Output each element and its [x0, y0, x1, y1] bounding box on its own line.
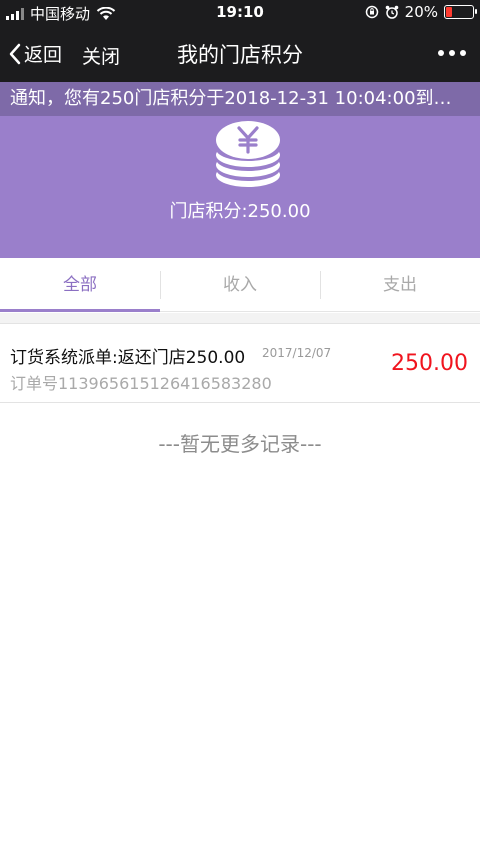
no-more-records: ---暂无更多记录---	[158, 432, 322, 456]
record-order-number: 订单号113965615126416583280	[10, 374, 272, 393]
notice-banner[interactable]: 通知，您有250门店积分于2018-12-31 10:04:00到…	[0, 82, 480, 116]
more-dots-icon[interactable]	[438, 50, 466, 56]
points-header: 门店积分:250.00	[0, 116, 480, 258]
section-divider	[0, 313, 480, 324]
back-label: 返回	[24, 44, 63, 66]
page-title: 我的门店积分	[177, 43, 303, 67]
chevron-left-icon	[9, 43, 21, 64]
tab-income[interactable]: 收入	[160, 258, 320, 311]
back-button[interactable]: 返回	[8, 40, 62, 67]
battery-icon	[444, 5, 477, 19]
coins-yen-icon	[216, 121, 280, 187]
tab-expense[interactable]: 支出	[320, 258, 480, 311]
status-bar: 中国移动 19:10 20%	[0, 0, 480, 26]
nav-bar: 返回 关闭 我的门店积分	[0, 26, 480, 82]
alarm-icon	[385, 5, 398, 19]
points-label: 门店积分:250.00	[169, 201, 311, 222]
list-item[interactable]: 订货系统派单:返还门店250.00 2017/12/07 订单号11396561…	[0, 325, 480, 403]
status-right: 20%	[365, 3, 477, 21]
tab-all[interactable]: 全部	[0, 258, 160, 312]
record-title: 订货系统派单:返还门店250.00	[10, 348, 246, 368]
record-date: 2017/12/07	[262, 346, 332, 360]
rotation-lock-icon	[365, 5, 378, 19]
battery-level	[446, 7, 452, 17]
battery-percent: 20%	[404, 3, 438, 21]
record-amount: 250.00	[391, 351, 468, 376]
tab-bar: 全部 收入 支出	[0, 258, 480, 312]
close-button[interactable]: 关闭	[82, 42, 120, 69]
